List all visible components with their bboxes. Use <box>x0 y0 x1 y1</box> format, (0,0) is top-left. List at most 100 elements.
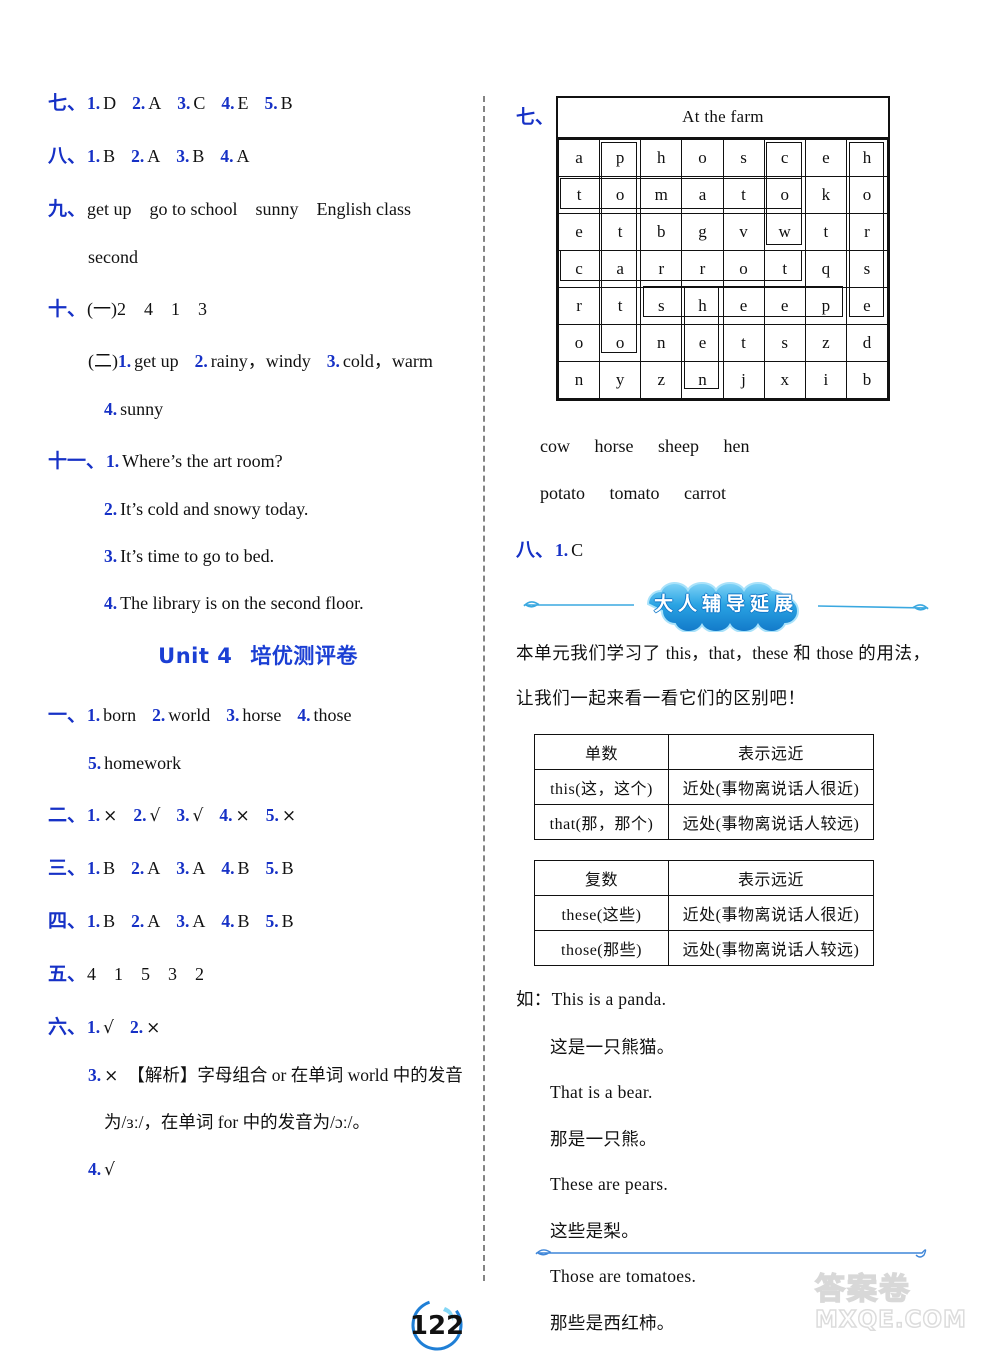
page-number: 122 <box>405 1295 475 1365</box>
section-11-item3: 3. It’s time to go to bed. <box>104 546 468 567</box>
wordsearch-cell: o <box>558 324 601 362</box>
wordsearch-cell: o <box>722 250 765 288</box>
item-number: 4. <box>220 146 234 166</box>
part-label: (二) <box>88 351 118 371</box>
wordsearch-cell: r <box>681 250 724 288</box>
answer-section-10: 十、 (一) 2 4 1 3 <box>48 294 468 321</box>
wordsearch-cell: a <box>599 250 642 288</box>
item-number: 1. <box>87 93 101 113</box>
section-number: 四、 <box>48 910 87 932</box>
table-row: that(那，那个) 远处(事物离说话人较远) <box>534 804 874 841</box>
wordsearch-block: 七、 At the farm aphoscehtomatokoetbgvwtrc… <box>516 96 936 401</box>
table-row: those(那些) 远处(事物离说话人较远) <box>534 930 874 967</box>
item-value: those <box>313 705 352 725</box>
watermark-line-2: MXQE.COM <box>814 1307 967 1333</box>
analysis-tag: 【解析】 <box>127 1065 198 1085</box>
example-label: 如： <box>516 989 552 1010</box>
part-label: (一) <box>87 299 118 319</box>
wordsearch-cell: b <box>640 213 683 251</box>
answer-section-8: 八、 1. B 2. A 3. B 4. A <box>48 141 468 168</box>
item-value: C <box>571 539 584 560</box>
item-value: Where’s the art room? <box>122 451 283 471</box>
item-value: × <box>146 1018 161 1038</box>
wordsearch-cell: i <box>804 361 847 399</box>
wordsearch-cell: y <box>599 361 642 399</box>
wordsearch-cell: o <box>763 176 806 214</box>
item-value: √ <box>192 806 204 826</box>
table-header-row: 复数 表示远近 <box>534 860 874 897</box>
item-value: C <box>193 93 206 113</box>
item-number: 4. <box>221 93 235 113</box>
item-number: 3. <box>176 805 190 825</box>
item-value: A <box>192 858 206 878</box>
item-value: √ <box>149 806 161 826</box>
item-value: B <box>103 858 116 878</box>
item-value: The library is on the second floor. <box>120 593 364 613</box>
u4-answer-section-4: 四、 1. B 2. A 3. A 4. B 5. B <box>48 906 468 933</box>
item-number: 3. <box>226 705 240 725</box>
wordsearch-row: tomatoko <box>558 176 889 214</box>
answer-row-vegetables: potato tomato carrot <box>540 470 936 517</box>
item-number: 4. <box>104 399 118 419</box>
wordsearch-row: etbgvwtr <box>558 213 889 251</box>
item-number: 3. <box>104 546 118 566</box>
part1-values: 2 4 1 3 <box>117 299 208 319</box>
item-number: 4. <box>221 911 235 931</box>
wordsearch-cell: w <box>763 213 806 251</box>
wordsearch-cell: s <box>845 250 889 288</box>
table-cell: 近处(事物离说话人很近) <box>668 895 874 932</box>
item-number: 5. <box>265 858 279 878</box>
wordsearch-cell: o <box>599 324 642 362</box>
example-line: 那是一只熊。 <box>550 1129 657 1150</box>
example-line: 这些是梨。 <box>550 1221 639 1242</box>
example-line: 这是一只熊猫。 <box>550 1037 675 1058</box>
analysis-line2: 为/ɜː/，在单词 for 中的发音为/ɔː/。 <box>104 1112 370 1132</box>
wordsearch-cell: e <box>681 324 724 362</box>
right-answer-section-8: 八、 1. C <box>516 535 936 562</box>
watermark-line-1: 答案卷 <box>814 1272 911 1307</box>
wordsearch-cell: h <box>640 139 683 177</box>
item-number: 1. <box>87 146 101 166</box>
section-10-part2-item4: 4. sunny <box>104 399 468 420</box>
wordsearch-cell: h <box>681 287 724 325</box>
answer-section-9: 九、 get up go to school sunny English cla… <box>48 194 468 221</box>
item-value: A <box>147 146 161 166</box>
wordsearch-cell: a <box>558 139 601 177</box>
table-cell: 近处(事物离说话人很近) <box>668 769 874 806</box>
wordsearch-cell: t <box>722 324 765 362</box>
item-number: 1. <box>555 539 569 560</box>
wordsearch-row: aphosceh <box>558 139 889 177</box>
item-number: 2. <box>104 499 118 519</box>
wordsearch-cell: o <box>845 176 889 214</box>
item-number: 4. <box>88 1159 102 1179</box>
right-column: 七、 At the farm aphoscehtomatokoetbgvwtrc… <box>516 96 936 1358</box>
item-number: 5. <box>265 911 279 931</box>
wordsearch-cell: r <box>640 250 683 288</box>
u4-sec6-analysis-line2: 为/ɜː/，在单词 for 中的发音为/ɔː/。 <box>104 1112 468 1133</box>
wordsearch-cell: k <box>804 176 847 214</box>
item-value: B <box>281 858 294 878</box>
item-value: A <box>236 146 250 166</box>
table-cell: this(这，这个) <box>534 769 669 806</box>
item-value: B <box>237 911 250 931</box>
intro-mid: 和 <box>788 642 817 663</box>
example-text: This is a panda. <box>551 989 667 1010</box>
item-value: B <box>103 146 116 166</box>
section-number: 三、 <box>48 857 87 879</box>
item-number: 1. <box>87 805 101 825</box>
wordsearch-box: At the farm aphoscehtomatokoetbgvwtrcarr… <box>556 96 891 401</box>
table-cell: these(这些) <box>534 895 669 932</box>
answer-key-page: 七、 1. D 2. A 3. C 4. E 5. B 八、 1. B 2. A… <box>0 0 1000 1359</box>
section-number: 二、 <box>48 804 87 826</box>
wordsearch-cell: e <box>558 213 601 251</box>
item-number: 4. <box>219 805 233 825</box>
item-number: 4. <box>221 858 235 878</box>
item-number: 5. <box>265 805 279 825</box>
intro-en-1: this，that，these <box>665 642 789 663</box>
wordsearch-cell: a <box>681 176 724 214</box>
u4-sec1-item5: 5. homework <box>88 753 468 774</box>
item-value: rainy，windy <box>210 351 311 371</box>
intro-post: 的用法， <box>853 642 931 663</box>
item-number: 1. <box>87 858 101 878</box>
wordsearch-cell: x <box>763 361 806 399</box>
